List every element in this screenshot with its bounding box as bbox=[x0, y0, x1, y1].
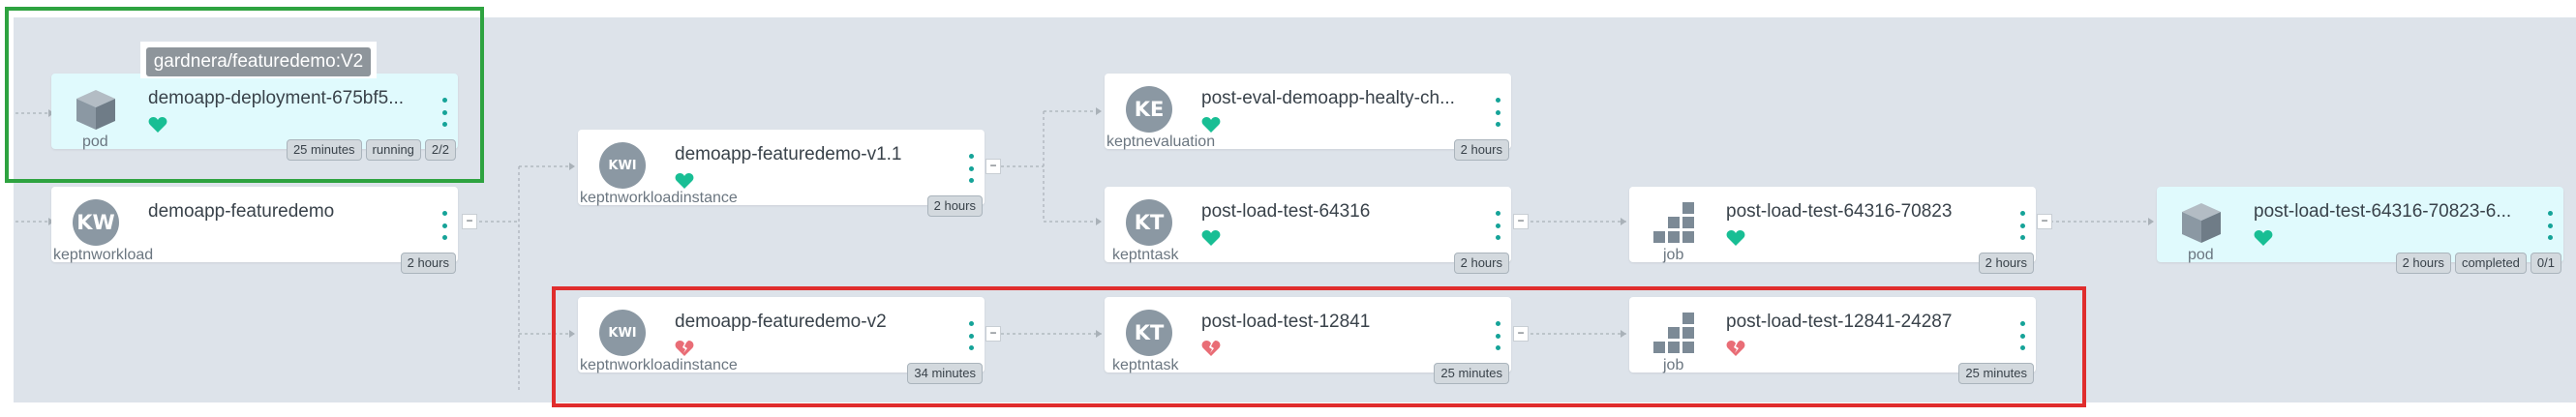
node-title[interactable]: post-load-test-64316-70823-6... bbox=[2254, 201, 2515, 223]
collapse-button[interactable]: − bbox=[985, 159, 1001, 174]
collapse-button[interactable]: − bbox=[1513, 214, 1529, 229]
job-icon bbox=[1651, 199, 1697, 246]
node-keptntask-64316[interactable]: KT keptntask post-load-test-64316 2 hour… bbox=[1105, 187, 1511, 274]
status-badge: completed bbox=[2454, 253, 2527, 274]
node-keptnworkloadinstance-v1-1[interactable]: KWI keptnworkloadinstance demoapp-featur… bbox=[578, 130, 985, 217]
node-job-64316-70823[interactable]: job post-load-test-64316-70823 2 hours bbox=[1629, 187, 2036, 274]
node-title[interactable]: post-eval-demoapp-healty-ch... bbox=[1201, 88, 1463, 109]
node-title[interactable]: post-load-test-64316-70823 bbox=[1726, 201, 1987, 223]
highlight-box-red bbox=[552, 286, 2086, 407]
node-title[interactable]: demoapp-featuredemo-v1.1 bbox=[675, 144, 936, 165]
age-badge: 2 hours bbox=[1453, 139, 1509, 161]
node-badges: 2 hours bbox=[926, 195, 983, 217]
age-badge: 2 hours bbox=[400, 253, 456, 274]
node-kind: pod bbox=[2188, 247, 2214, 263]
node-badges: 2 hours bbox=[1453, 139, 1509, 161]
keptnevaluation-icon: KE bbox=[1126, 86, 1172, 133]
node-kind: keptnworkload bbox=[53, 247, 154, 263]
keptnworkloadinstance-icon: KWI bbox=[599, 142, 646, 189]
age-badge: 2 hours bbox=[1978, 253, 2034, 274]
age-badge: 2 hours bbox=[926, 195, 983, 217]
node-menu-button[interactable] bbox=[1494, 98, 1501, 127]
heart-icon bbox=[675, 173, 694, 189]
node-kind: keptnworkloadinstance bbox=[580, 190, 738, 206]
keptntask-icon: KT bbox=[1126, 199, 1172, 246]
node-kind: keptnevaluation bbox=[1106, 134, 1216, 150]
highlight-box-green bbox=[5, 7, 484, 183]
node-menu-button[interactable] bbox=[967, 154, 975, 183]
node-kind: job bbox=[1663, 247, 1684, 263]
node-title[interactable]: demoapp-featuredemo bbox=[148, 201, 409, 223]
age-badge: 2 hours bbox=[2395, 253, 2451, 274]
node-menu-button[interactable] bbox=[440, 211, 448, 240]
age-badge: 2 hours bbox=[1453, 253, 1509, 274]
node-kind: keptntask bbox=[1112, 247, 1179, 263]
heart-icon bbox=[1201, 117, 1221, 133]
node-title[interactable]: post-load-test-64316 bbox=[1201, 201, 1463, 223]
node-badges: 2 hours bbox=[1453, 253, 1509, 274]
collapse-button[interactable]: − bbox=[462, 214, 477, 229]
node-menu-button[interactable] bbox=[2018, 211, 2026, 240]
node-keptnevaluation[interactable]: KE keptnevaluation post-eval-demoapp-hea… bbox=[1105, 74, 1511, 161]
node-badges: 2 hours bbox=[1978, 253, 2034, 274]
cube-icon bbox=[2178, 199, 2225, 246]
node-badges: 2 hours bbox=[400, 253, 456, 274]
heart-icon bbox=[1201, 230, 1221, 246]
heart-icon bbox=[1726, 230, 1745, 246]
node-menu-button[interactable] bbox=[1494, 211, 1501, 240]
node-keptnworkload[interactable]: KW keptnworkload demoapp-featuredemo 2 h… bbox=[51, 187, 458, 274]
heart-icon bbox=[2254, 230, 2273, 246]
node-menu-button[interactable] bbox=[2546, 211, 2554, 240]
node-badges: 2 hours completed 0/1 bbox=[2395, 253, 2561, 274]
ready-badge: 0/1 bbox=[2530, 253, 2561, 274]
keptnworkload-icon: KW bbox=[73, 199, 119, 246]
node-pod-post-load-test[interactable]: pod post-load-test-64316-70823-6... 2 ho… bbox=[2157, 187, 2563, 274]
collapse-button[interactable]: − bbox=[2037, 214, 2052, 229]
